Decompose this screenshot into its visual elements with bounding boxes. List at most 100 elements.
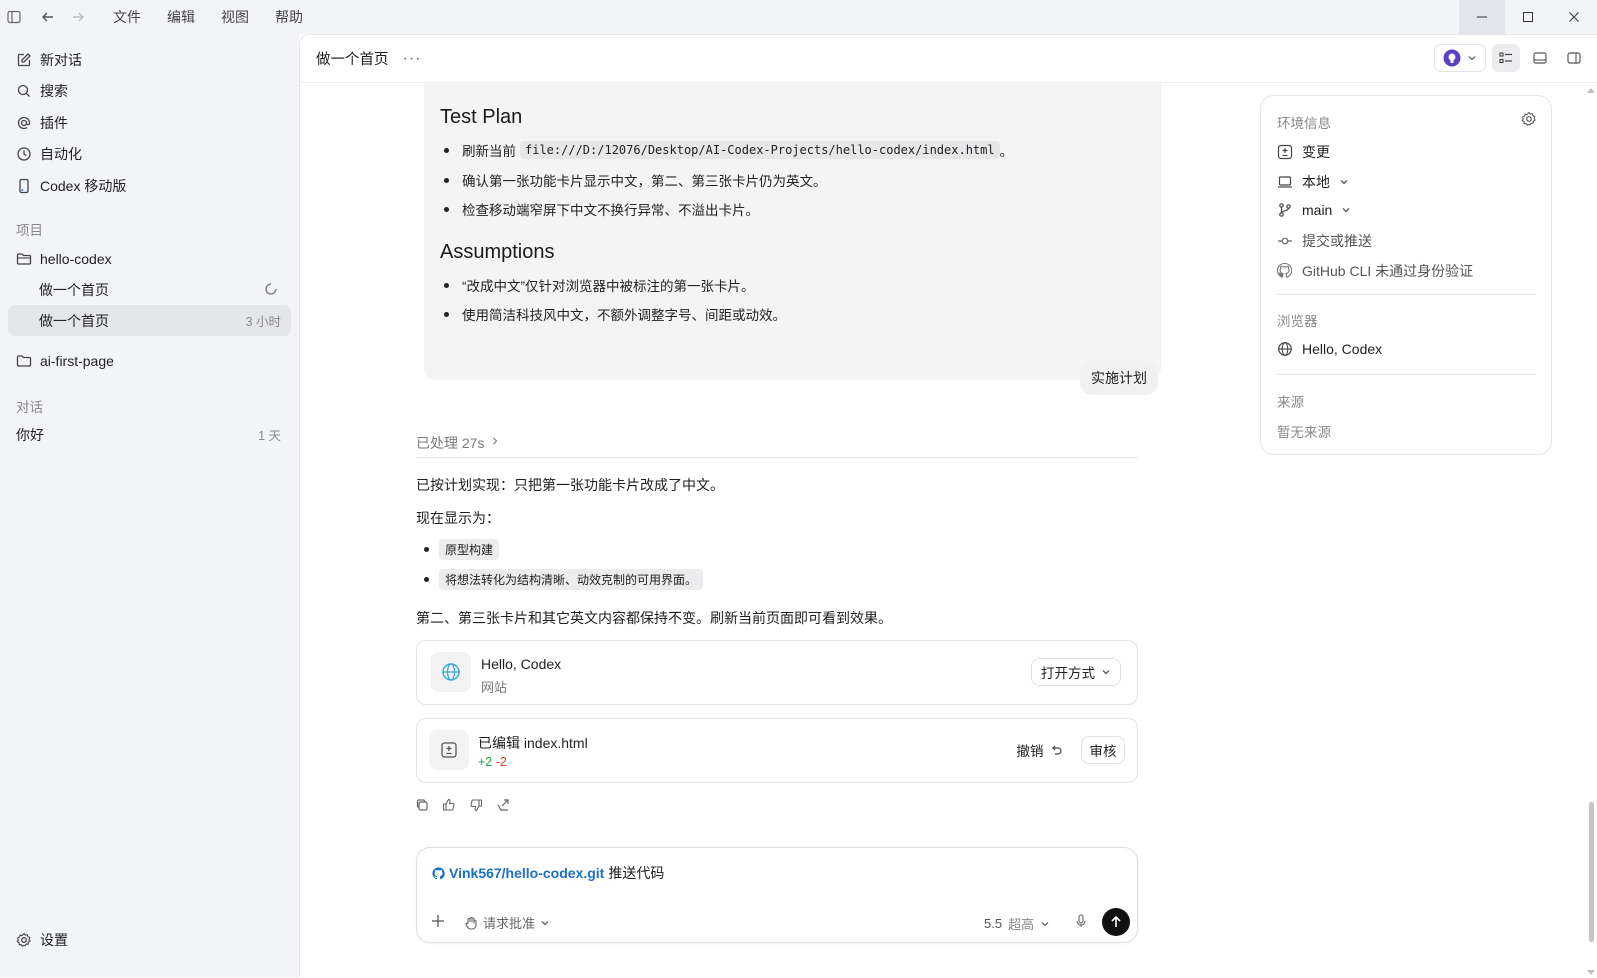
project-hello-codex[interactable]: hello-codex	[8, 243, 291, 274]
source-empty: 暂无来源	[1277, 425, 1331, 440]
model-label: 5.5	[984, 916, 1003, 931]
menu-help[interactable]: 帮助	[262, 7, 316, 27]
forward-icon[interactable]	[68, 7, 88, 27]
settings-button[interactable]: 设置	[16, 930, 68, 950]
thread-time: 3 小时	[245, 315, 281, 329]
project-name: ai-first-page	[40, 352, 114, 369]
back-icon[interactable]	[38, 7, 58, 27]
open-with-button[interactable]: 打开方式	[1031, 658, 1121, 686]
menu-view[interactable]: 视图	[208, 7, 262, 27]
main-panel: 做一个首页 ··· Test Plan 刷新当前 file:///D:/1207…	[299, 34, 1597, 977]
scrollbar-thumb[interactable]	[1589, 802, 1594, 942]
review-button[interactable]: 审核	[1081, 736, 1125, 764]
github-icon	[432, 866, 445, 880]
sidebar-toggle-icon[interactable]	[4, 7, 24, 27]
message-actions	[415, 798, 510, 812]
divider	[1277, 294, 1537, 295]
edit-icon	[16, 52, 32, 68]
project-ai-first-page[interactable]: ai-first-page	[8, 345, 291, 376]
inline-code: 将想法转化为结构清晰、动效克制的可用界面。	[439, 569, 704, 590]
scroll-down-icon	[1587, 970, 1595, 976]
reply-paragraph: 现在显示为：	[416, 510, 500, 526]
git-branch-icon	[1277, 202, 1293, 218]
list-view-button[interactable]	[1492, 44, 1520, 72]
title-bar: 文件 编辑 视图 帮助	[0, 0, 1597, 34]
close-button[interactable]	[1551, 0, 1597, 34]
commit-push-row[interactable]: 提交或推送	[1277, 231, 1372, 251]
local-dropdown[interactable]: 本地	[1277, 172, 1349, 192]
conversation-item[interactable]: 你好 1 天	[8, 419, 291, 450]
sidebar-item-codex-mobile[interactable]: Codex 移动版	[16, 176, 126, 196]
gear-icon[interactable]	[1521, 111, 1537, 127]
lines-removed: -2	[495, 755, 507, 769]
projects-label: 项目	[16, 223, 43, 238]
thumbs-up-icon[interactable]	[442, 798, 456, 812]
undo-button[interactable]: 撤销	[1011, 736, 1067, 764]
chevron-down-icon	[1341, 205, 1351, 215]
avatar	[1443, 49, 1461, 67]
changes-label: 变更	[1302, 144, 1330, 160]
changes-row[interactable]: 变更	[1277, 142, 1330, 162]
lines-added: +2	[478, 755, 493, 769]
assumptions-heading: Assumptions	[440, 241, 555, 263]
browser-label: 浏览器	[1277, 314, 1318, 329]
send-button[interactable]	[1102, 908, 1130, 936]
reply-paragraph: 第二、第三张卡片和其它英文内容都保持不变。刷新当前页面即可看到效果。	[416, 610, 892, 626]
browser-item[interactable]: Hello, Codex	[1277, 341, 1382, 357]
composer[interactable]: Vink567/hello-codex.git 推送代码 请求批准 5.5 超高	[416, 847, 1138, 943]
approval-dropdown[interactable]: 请求批准	[464, 913, 550, 932]
list-item: “改成中文”仅针对浏览器中被标注的第一张卡片。	[444, 275, 755, 295]
minimize-button[interactable]	[1459, 0, 1505, 34]
at-icon	[16, 115, 32, 131]
copy-icon[interactable]	[415, 798, 429, 812]
sidebar-item-automation[interactable]: 自动化	[16, 144, 82, 164]
branch-dropdown[interactable]: main	[1277, 202, 1351, 218]
clock-icon	[16, 146, 32, 162]
env-label: 环境信息	[1277, 116, 1331, 131]
commit-label: 提交或推送	[1302, 233, 1372, 249]
github-cli-row[interactable]: GitHub CLI 未通过身份验证	[1277, 261, 1473, 281]
bottom-panel-button[interactable]	[1526, 44, 1554, 72]
sidebar-item-label: 新对话	[40, 52, 82, 68]
settings-label: 设置	[40, 932, 68, 948]
website-card[interactable]: Hello, Codex 网站 打开方式	[416, 640, 1138, 705]
github-icon	[1277, 263, 1293, 279]
maximize-button[interactable]	[1505, 0, 1551, 34]
menu-edit[interactable]: 编辑	[154, 7, 208, 27]
repo-link[interactable]: Vink567/hello-codex.git	[449, 865, 604, 881]
thumbs-down-icon[interactable]	[469, 798, 483, 812]
search-icon	[16, 83, 32, 99]
sidebar-item-label: 搜索	[40, 83, 68, 99]
plan-block: Test Plan 刷新当前 file:///D:/12076/Desktop/…	[424, 81, 1161, 380]
list-item: 原型构建	[424, 539, 500, 560]
sidebar-item-plugins[interactable]: 插件	[16, 113, 68, 133]
thread-item-active[interactable]: 做一个首页	[8, 274, 291, 305]
hand-icon	[464, 916, 478, 930]
approval-label: 请求批准	[483, 916, 536, 931]
laptop-icon	[1277, 174, 1293, 190]
right-panel-button[interactable]	[1560, 44, 1588, 72]
list-item-text: 使用简洁科技风中文，不额外调整字号、间距或动效。	[462, 308, 786, 323]
page-title: 做一个首页	[316, 52, 389, 68]
sidebar-item-search[interactable]: 搜索	[16, 81, 68, 101]
avatar-dropdown[interactable]	[1434, 44, 1486, 72]
model-dropdown[interactable]: 5.5 超高	[984, 914, 1050, 933]
menu-file[interactable]: 文件	[100, 7, 154, 27]
processed-toggle[interactable]: 已处理 27s	[416, 433, 1138, 458]
panel-bottom-icon	[1533, 51, 1547, 65]
diff-icon	[1277, 144, 1293, 160]
sidebar-item-new-chat[interactable]: 新对话	[16, 50, 82, 70]
add-attachment-button[interactable]	[431, 914, 445, 928]
thread-item-selected[interactable]: 做一个首页 3 小时	[8, 305, 291, 336]
thread-title: 做一个首页	[39, 312, 109, 329]
list-item-text: 。	[999, 144, 1014, 159]
share-icon[interactable]	[496, 798, 510, 812]
sidebar-item-label: 插件	[40, 115, 68, 131]
microphone-button[interactable]	[1074, 914, 1088, 928]
list-item-text: 确认第一张功能卡片显示中文，第二、第三张卡片仍为英文。	[462, 174, 827, 189]
inline-code: 原型构建	[439, 539, 500, 560]
edited-file-title: 已编辑 index.html	[478, 735, 588, 751]
header-toolbar	[1434, 44, 1588, 72]
test-plan-heading: Test Plan	[440, 106, 523, 128]
more-options-button[interactable]: ···	[403, 50, 422, 68]
